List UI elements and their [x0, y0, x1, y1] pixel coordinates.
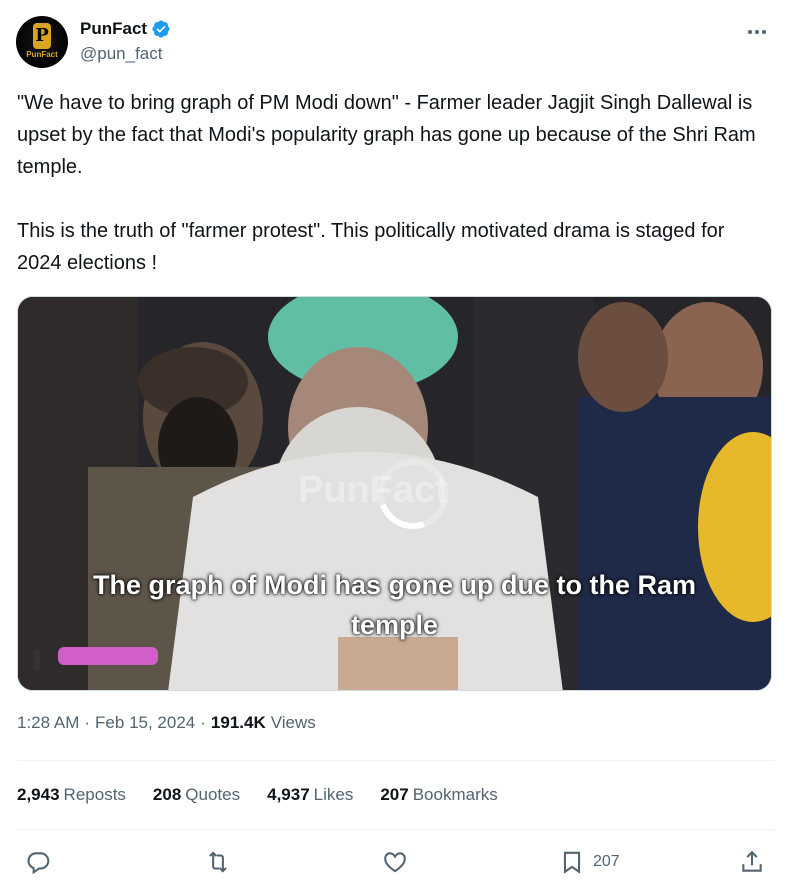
video-thumbnail[interactable]: PunFact The graph of Modi has gone up du…: [17, 296, 772, 691]
tweet-paragraph-2: This is the truth of "farmer protest". T…: [17, 220, 725, 274]
meta-separator: ·: [200, 713, 206, 732]
tweet-text: "We have to bring graph of PM Modi down"…: [17, 87, 757, 279]
likes-label: Likes: [313, 785, 354, 804]
quotes-count: 208: [152, 785, 182, 804]
likes-count: 4,937: [267, 785, 310, 804]
avatar-logo-letter: P: [33, 23, 51, 49]
handle[interactable]: @pun_fact: [80, 44, 162, 64]
caption-line-2: temple: [350, 610, 439, 640]
verified-badge-icon[interactable]: [151, 19, 171, 39]
bookmark-icon: [563, 851, 581, 874]
tweet-meta: 1:28 AM · Feb 15, 2024 · 191.4K Views: [17, 713, 316, 733]
caption-line-1: The graph of Modi has gone up due to the…: [93, 570, 696, 600]
reposts-label: Reposts: [63, 785, 126, 804]
bookmarks-label: Bookmarks: [412, 785, 498, 804]
reposts-stat[interactable]: 2,943 Reposts: [17, 785, 126, 805]
timestamp-date[interactable]: Feb 15, 2024: [95, 713, 195, 733]
share-button[interactable]: [739, 849, 765, 875]
quotes-label: Quotes: [185, 785, 241, 804]
views-count: 191.4K: [210, 713, 266, 732]
quotes-stat[interactable]: 208 Quotes: [153, 785, 240, 805]
bookmarks-count: 207: [380, 785, 409, 804]
share-icon: [742, 850, 762, 872]
more-options-icon[interactable]: [744, 22, 770, 42]
likes-stat[interactable]: 4,937 Likes: [267, 785, 353, 805]
heart-icon: [384, 852, 406, 873]
meta-separator: ·: [84, 713, 91, 732]
divider: [17, 760, 774, 761]
video-caption: The graph of Modi has gone up due to the…: [18, 565, 771, 645]
name-row: PunFact: [80, 18, 171, 40]
avatar[interactable]: P PunFact: [16, 16, 68, 68]
reply-button[interactable]: [25, 849, 51, 875]
repost-button[interactable]: [205, 849, 231, 875]
repost-icon: [209, 851, 227, 873]
tweet-paragraph-1: "We have to bring graph of PM Modi down"…: [17, 92, 756, 178]
engagement-stats: 2,943 Reposts 208 Quotes 4,937 Likes 207 Boo…: [17, 785, 525, 805]
display-name[interactable]: PunFact: [80, 19, 147, 39]
tweet-header: P PunFact PunFact @pun_fact: [16, 16, 774, 68]
timestamp-time[interactable]: 1:28 AM: [17, 713, 79, 733]
avatar-logo-word: PunFact: [26, 50, 58, 59]
bookmark-count: 207: [593, 853, 620, 870]
bookmarks-stat[interactable]: 207 Bookmarks: [380, 785, 497, 805]
views-label: Views: [270, 713, 316, 732]
reply-icon: [27, 852, 50, 875]
like-button[interactable]: [382, 849, 408, 875]
divider: [17, 829, 774, 830]
reposts-count: 2,943: [17, 785, 60, 804]
action-bar: 207: [17, 845, 774, 881]
bookmark-button[interactable]: 207: [559, 849, 620, 875]
